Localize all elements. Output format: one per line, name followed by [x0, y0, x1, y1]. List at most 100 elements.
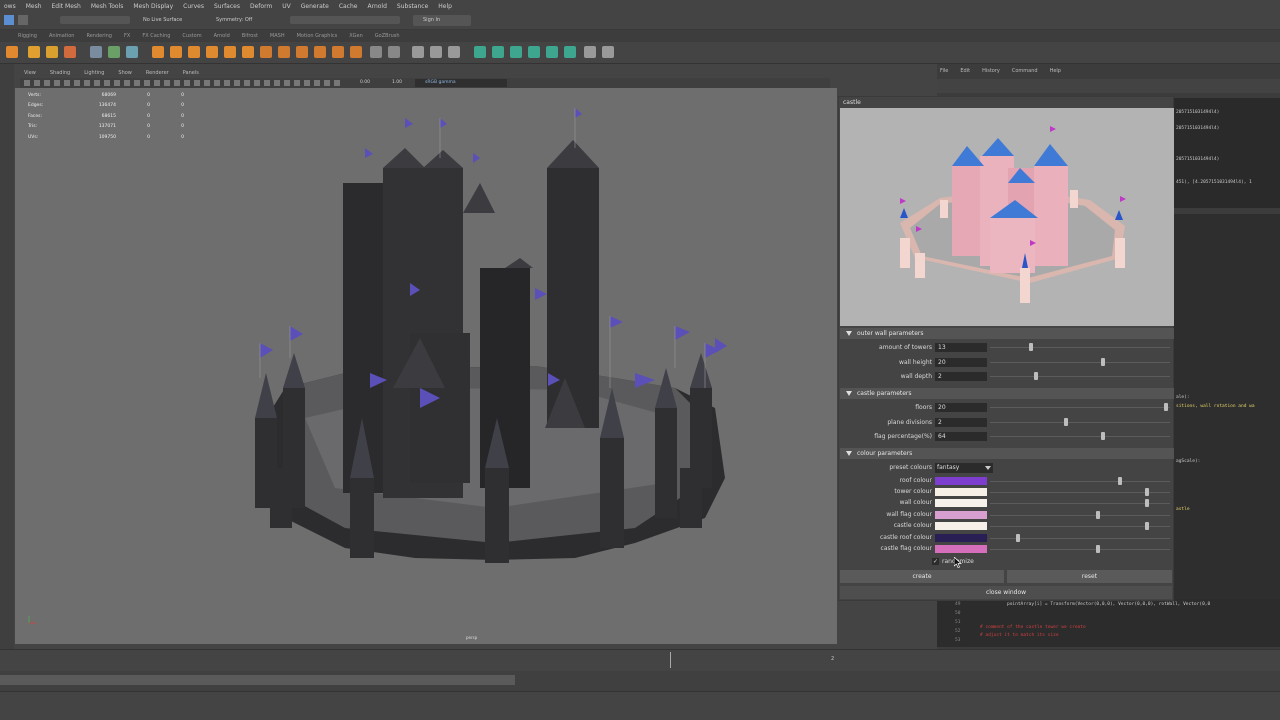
floors-field[interactable]: 20 — [935, 403, 987, 412]
shelf-tab[interactable]: Motion Graphics — [297, 33, 338, 39]
blend-shape-icon[interactable] — [528, 46, 540, 58]
shelf-tab[interactable]: Bifrost — [242, 33, 258, 39]
smooth-icon[interactable] — [350, 46, 362, 58]
sign-in-button[interactable]: Sign In — [413, 15, 471, 26]
menu-item[interactable]: Cache — [339, 3, 358, 10]
panel-toolbar-icons[interactable] — [24, 80, 344, 86]
timeline[interactable]: 2 — [0, 649, 1280, 671]
bridge-icon[interactable] — [314, 46, 326, 58]
create-button[interactable]: create — [840, 570, 1004, 583]
script-editor-toolbar[interactable] — [937, 79, 1280, 93]
edge-loop-icon[interactable] — [370, 46, 382, 58]
viewport-menu-shading[interactable]: Shading — [50, 70, 70, 76]
shelf-tab[interactable]: GoZBrush — [375, 33, 400, 39]
slider-handle[interactable] — [1144, 488, 1149, 496]
shelf-tab[interactable]: Arnold — [214, 33, 230, 39]
slider-handle[interactable] — [1118, 477, 1123, 485]
viewport-3d[interactable]: Verts: 68069 0 0 Edges: 136474 0 0 Faces: 68615… — [15, 88, 837, 644]
script-menu-item[interactable]: History — [982, 68, 1000, 74]
range-handle[interactable] — [0, 675, 515, 685]
separate-icon[interactable] — [278, 46, 290, 58]
viewport-menu-renderer[interactable]: Renderer — [146, 70, 169, 76]
nurbs-icon[interactable] — [126, 46, 138, 58]
gear-icon[interactable] — [6, 46, 18, 58]
slider-handle[interactable] — [1144, 499, 1149, 507]
symmetry-dropdown[interactable]: Symmetry: Off — [216, 17, 252, 23]
randomize-checkbox[interactable]: ✓ — [932, 558, 939, 565]
outer-wall-section-header[interactable]: outer wall parameters — [840, 328, 1174, 339]
menu-item[interactable]: Mesh Tools — [91, 3, 123, 10]
multi-cut-icon[interactable] — [388, 46, 400, 58]
slider-handle[interactable] — [1100, 432, 1105, 440]
extrude-icon[interactable] — [296, 46, 308, 58]
castle-colour-swatch[interactable] — [935, 522, 987, 530]
ik-handle-icon[interactable] — [602, 46, 614, 58]
shelf-tab[interactable]: MASH — [270, 33, 285, 39]
tower-colour-swatch[interactable] — [935, 488, 987, 496]
colour-section-header[interactable]: colour parameters — [840, 448, 1174, 459]
plane-divisions-slider[interactable] — [990, 418, 1170, 426]
slider-handle[interactable] — [1034, 372, 1038, 380]
menu-item[interactable]: Mesh — [26, 3, 42, 10]
flag-percentage-field[interactable]: 64 — [935, 432, 987, 441]
amount-of-towers-field[interactable]: 13 — [935, 343, 987, 352]
floors-slider[interactable] — [990, 403, 1170, 411]
wall-flag-colour-swatch[interactable] — [935, 511, 987, 519]
roof-colour-slider[interactable] — [990, 477, 1170, 485]
shelf-tab[interactable]: Rendering — [86, 33, 112, 39]
menu-item[interactable]: Deform — [250, 3, 272, 10]
wall-flag-colour-slider[interactable] — [990, 511, 1170, 519]
near-value[interactable]: 0.00 — [360, 80, 370, 85]
menu-item[interactable]: UV — [282, 3, 291, 10]
target-weld-icon[interactable] — [412, 46, 424, 58]
castle-colour-slider[interactable] — [990, 522, 1170, 530]
shelf-tab[interactable]: XGen — [349, 33, 363, 39]
lattice-icon[interactable] — [492, 46, 504, 58]
plane-divisions-field[interactable]: 2 — [935, 418, 987, 427]
bevel-icon[interactable] — [332, 46, 344, 58]
mirror-icon[interactable] — [430, 46, 442, 58]
shelf-tab[interactable]: FX — [124, 33, 130, 39]
cone-icon[interactable] — [206, 46, 218, 58]
reset-button[interactable]: reset — [1007, 570, 1172, 583]
wall-height-slider[interactable] — [990, 358, 1170, 366]
menu-item[interactable]: Substance — [397, 3, 428, 10]
lasso-tool-icon[interactable] — [18, 15, 28, 25]
cube-icon[interactable] — [170, 46, 182, 58]
castle-flag-colour-swatch[interactable] — [935, 545, 987, 553]
castle-roof-colour-swatch[interactable] — [935, 534, 987, 542]
colorspace-dropdown[interactable]: sRGB gamma — [415, 79, 507, 87]
text-icon[interactable] — [46, 46, 58, 58]
menu-item[interactable]: Surfaces — [214, 3, 240, 10]
wire-icon[interactable] — [564, 46, 576, 58]
viewport-menu-show[interactable]: Show — [118, 70, 132, 76]
slider-handle[interactable] — [1095, 545, 1100, 553]
shelf-tab[interactable]: FX Caching — [142, 33, 170, 39]
slider-handle[interactable] — [1095, 511, 1100, 519]
torus-icon[interactable] — [242, 46, 254, 58]
script-menu-item[interactable]: Help — [1050, 68, 1061, 74]
wall-depth-field[interactable]: 2 — [935, 372, 987, 381]
menu-item[interactable]: Arnold — [367, 3, 386, 10]
slider-handle[interactable] — [1144, 522, 1149, 530]
slider-handle[interactable] — [1016, 534, 1021, 542]
amount-of-towers-slider[interactable] — [990, 343, 1170, 351]
wall-colour-slider[interactable] — [990, 499, 1170, 507]
slider-handle[interactable] — [1100, 358, 1105, 366]
plane-icon[interactable] — [224, 46, 236, 58]
deformer-icon[interactable] — [474, 46, 486, 58]
wall-depth-slider[interactable] — [990, 372, 1170, 380]
image-plane-icon[interactable] — [64, 46, 76, 58]
shelf-tab[interactable]: Rigging — [18, 33, 37, 39]
surface-icon[interactable] — [108, 46, 120, 58]
curve-icon[interactable] — [90, 46, 102, 58]
combine-icon[interactable] — [260, 46, 272, 58]
close-window-button[interactable]: close window — [840, 586, 1172, 599]
roof-colour-swatch[interactable] — [935, 477, 987, 485]
viewport-menu-lighting[interactable]: Lighting — [84, 70, 104, 76]
menu-item[interactable]: ows — [4, 3, 16, 10]
menu-item[interactable]: Curves — [183, 3, 204, 10]
shelf-tab[interactable]: Custom — [182, 33, 201, 39]
castle-flag-colour-slider[interactable] — [990, 545, 1170, 553]
uv-icon[interactable] — [448, 46, 460, 58]
